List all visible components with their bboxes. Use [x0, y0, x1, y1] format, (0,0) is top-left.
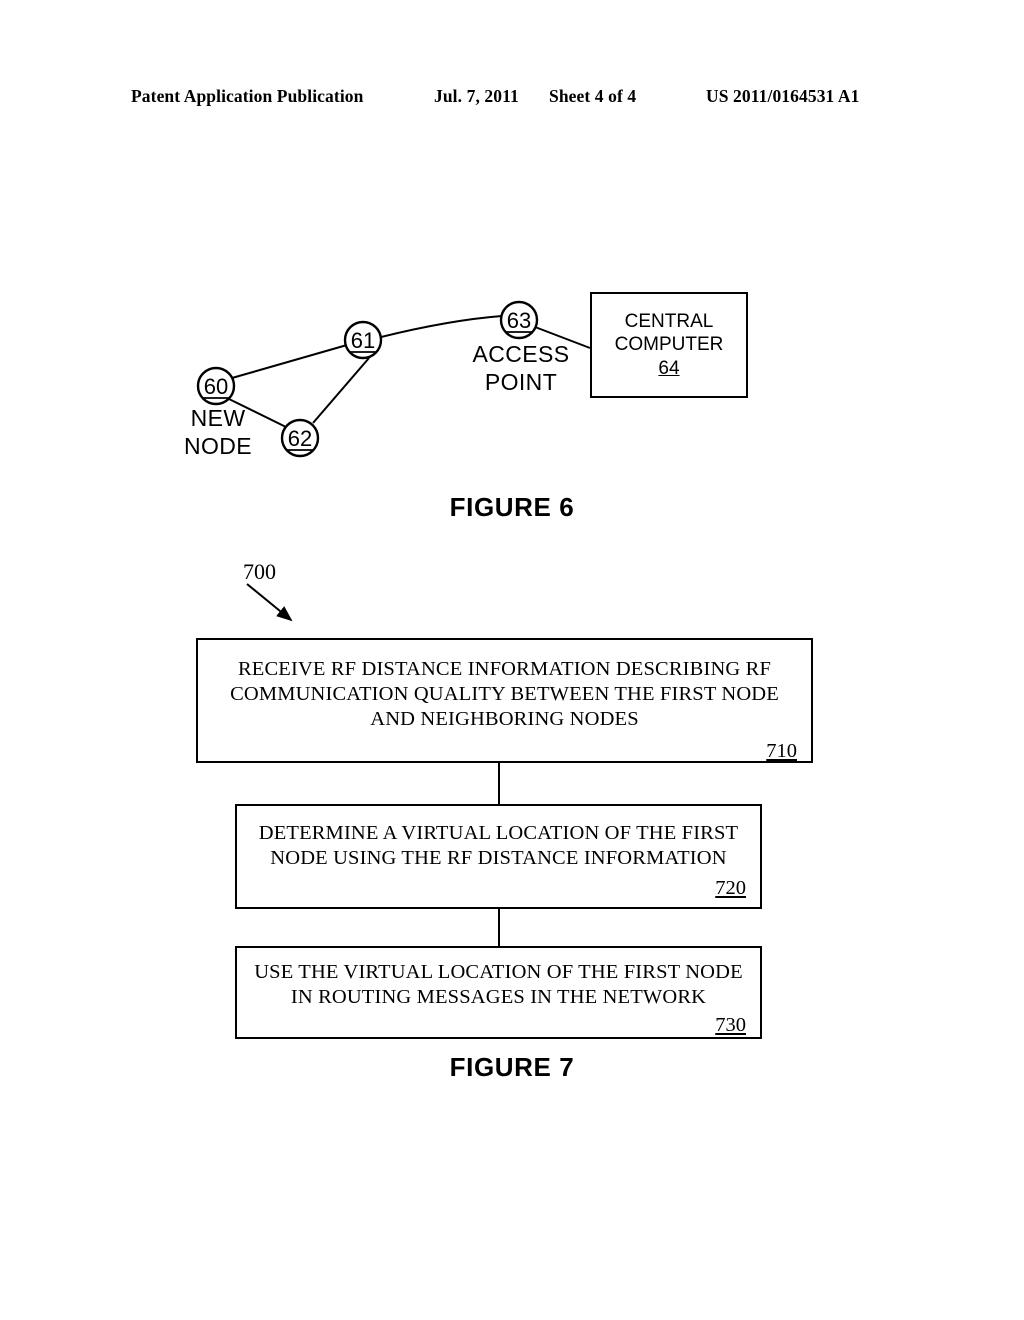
node-62-number: 62	[288, 426, 312, 451]
node-60-number: 60	[204, 374, 228, 399]
central-computer-label: CENTRAL COMPUTER	[614, 311, 724, 355]
flow-step-710-number: 710	[766, 740, 797, 762]
flow-connector-720-730	[498, 909, 500, 946]
edge-61-62	[312, 357, 370, 424]
node-63-label: ACCESS POINT	[472, 341, 570, 395]
flow-step-730-number: 730	[715, 1014, 746, 1036]
flow-step-730-text: USE THE VIRTUAL LOCATION OF THE FIRST NO…	[254, 961, 743, 1008]
flow-connector-710-720	[498, 763, 500, 804]
flow-step-730: USE THE VIRTUAL LOCATION OF THE FIRST NO…	[235, 946, 762, 1039]
flow-step-720-number: 720	[715, 877, 746, 899]
central-computer-box: CENTRAL COMPUTER 64	[590, 292, 748, 398]
figure-7-caption: FIGURE 7	[449, 1052, 575, 1082]
central-computer-reference-number: 64	[658, 358, 680, 379]
edge-60-61	[231, 344, 348, 379]
flow-step-720-text: DETERMINE A VIRTUAL LOCATION OF THE FIRS…	[258, 822, 739, 869]
flow-step-720: DETERMINE A VIRTUAL LOCATION OF THE FIRS…	[235, 804, 762, 909]
flow-step-710-text: RECEIVE RF DISTANCE INFORMATION DESCRIBI…	[230, 658, 779, 730]
figure-6-network-graph: 60 61 62 63	[196, 300, 591, 458]
node-60-label: NEW NODE	[183, 405, 253, 459]
flowchart-pointer-arrow	[246, 583, 293, 622]
figure-6-caption: FIGURE 6	[449, 492, 575, 522]
flow-step-710: RECEIVE RF DISTANCE INFORMATION DESCRIBI…	[196, 638, 813, 763]
edge-61-63	[380, 315, 503, 338]
figure-6: 60 61 62 63 NEW NODE ACCESS POINT CENTRA…	[0, 0, 1024, 540]
node-61-number: 61	[351, 328, 375, 353]
node-63-number: 63	[507, 308, 531, 333]
